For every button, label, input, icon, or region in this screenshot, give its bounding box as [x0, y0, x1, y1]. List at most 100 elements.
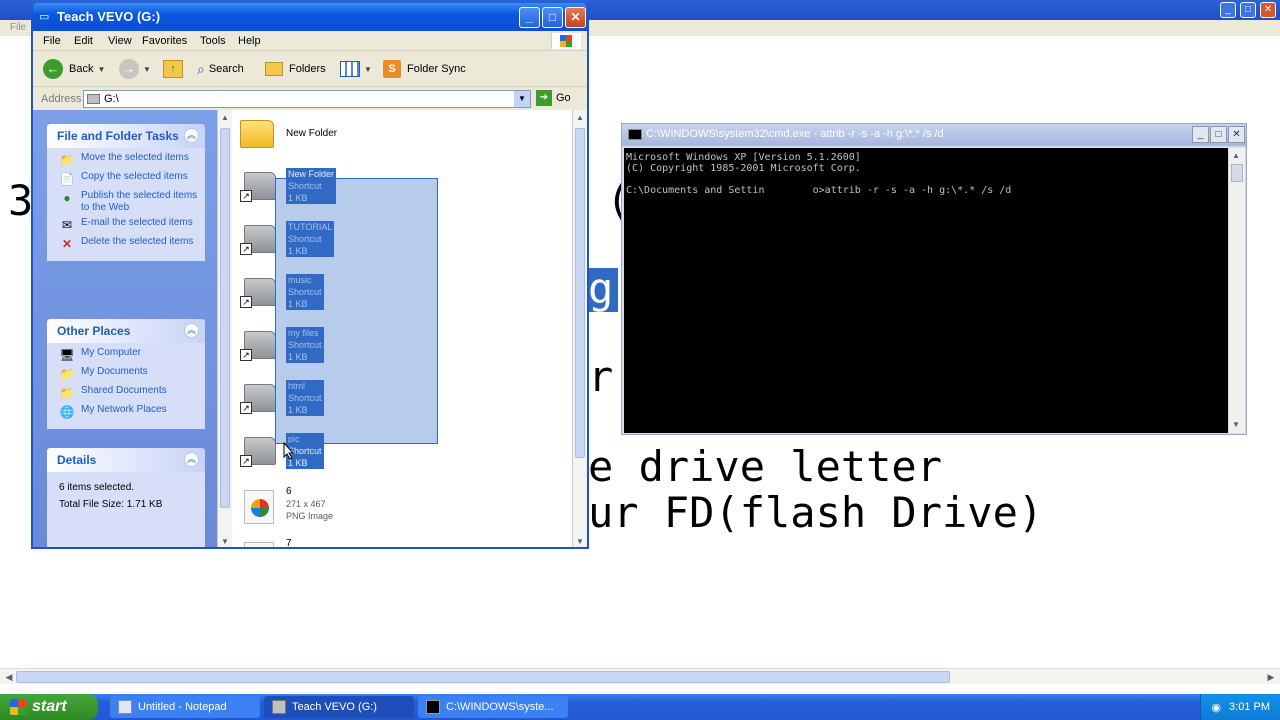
task-pane-scrollbar[interactable]: ▲ ▼: [217, 110, 232, 547]
cmd-icon: [426, 700, 440, 714]
scroll-down-arrow-icon[interactable]: ▼: [219, 536, 231, 547]
panel-header[interactable]: Details ︽: [47, 448, 205, 472]
back-button[interactable]: ← Back ▼: [43, 58, 105, 80]
search-button[interactable]: ⌕ Search: [197, 58, 244, 80]
start-label: start: [32, 698, 67, 715]
scroll-up-arrow-icon[interactable]: ▲: [574, 112, 586, 124]
scroll-up-arrow-icon[interactable]: ▲: [219, 112, 231, 124]
file-type: PNG Image: [286, 511, 334, 521]
address-input[interactable]: G:\ ▼: [83, 90, 531, 108]
forward-button[interactable]: → ▼: [119, 58, 151, 80]
task-label: Copy the selected items: [81, 171, 188, 182]
minimize-button[interactable]: _: [519, 7, 540, 28]
place-shared-documents[interactable]: 📁 Shared Documents: [59, 385, 199, 401]
taskbar-item-label: Untitled - Notepad: [138, 701, 227, 713]
menu-edit[interactable]: Edit: [74, 35, 93, 47]
task-move[interactable]: 📁 Move the selected items: [59, 152, 199, 168]
cmd-scrollbar[interactable]: ▲ ▼: [1229, 148, 1245, 433]
panel-title: File and Folder Tasks: [57, 129, 179, 143]
notepad-horizontal-scrollbar[interactable]: ◀ ▶: [0, 668, 1280, 684]
file-dimensions: 271 x 467: [286, 499, 326, 509]
chevron-down-icon[interactable]: ▼: [97, 65, 105, 74]
file-name: New Folder: [286, 128, 338, 139]
cmd-maximize-button[interactable]: □: [1210, 126, 1227, 143]
place-my-computer[interactable]: 🖥 My Computer: [59, 347, 199, 363]
clock[interactable]: 3:01 PM: [1229, 701, 1270, 713]
selection-rectangle: [275, 178, 438, 444]
folder-icon: [240, 118, 276, 152]
menu-favorites[interactable]: Favorites: [142, 35, 187, 47]
notepad-selection-highlight: g: [588, 264, 618, 313]
taskbar-item-cmd[interactable]: C:\WINDOWS\syste...: [418, 696, 568, 718]
chevron-down-icon[interactable]: ▼: [364, 65, 372, 74]
file-item[interactable]: 6 271 x 467 PNG Image: [240, 482, 560, 530]
cmd-titlebar[interactable]: C:\WINDOWS\system32\cmd.exe - attrib -r …: [622, 124, 1246, 146]
maximize-button[interactable]: □: [542, 7, 563, 28]
file-list-scrollbar[interactable]: ▲ ▼: [572, 110, 587, 547]
folders-button[interactable]: Folders: [265, 58, 326, 80]
views-button[interactable]: ▼: [340, 58, 372, 80]
folder-shortcut-icon: ↗: [240, 435, 276, 469]
copy-icon: 📄: [59, 172, 75, 186]
taskbar-item-explorer[interactable]: Teach VEVO (G:): [264, 696, 414, 718]
windows-flag-icon: [10, 699, 26, 715]
scroll-down-arrow-icon[interactable]: ▼: [574, 536, 586, 547]
collapse-icon[interactable]: ︽: [184, 128, 199, 143]
globe-icon: ●: [63, 191, 71, 205]
scroll-down-arrow-icon[interactable]: ▼: [1230, 419, 1242, 431]
task-publish[interactable]: ● Publish the selected items to the Web: [59, 190, 199, 214]
usb-device-icon[interactable]: ◉: [1211, 701, 1221, 714]
notepad-maximize-button[interactable]: □: [1240, 2, 1256, 18]
start-button[interactable]: start: [0, 694, 98, 720]
go-button[interactable]: ➔ Go: [536, 90, 571, 106]
menu-file[interactable]: File: [43, 35, 61, 47]
place-network[interactable]: 🌐 My Network Places: [59, 404, 199, 420]
place-label: My Computer: [81, 347, 142, 358]
details-size: Total File Size: 1.71 KB: [59, 499, 163, 510]
task-copy[interactable]: 📄 Copy the selected items: [59, 171, 199, 187]
console-line: Microsoft Windows XP [Version 5.1.2600]: [626, 152, 861, 163]
collapse-icon[interactable]: ︽: [184, 323, 199, 338]
window-title: Teach VEVO (G:): [57, 9, 161, 24]
panel-header[interactable]: Other Places ︽: [47, 319, 205, 343]
cmd-console[interactable]: Microsoft Windows XP [Version 5.1.2600](…: [624, 148, 1228, 433]
folder-sync-button[interactable]: S Folder Sync: [383, 58, 466, 80]
scroll-left-arrow-icon[interactable]: ◀: [2, 671, 16, 683]
panel-title: Details: [57, 453, 97, 467]
notepad-menu-file[interactable]: File: [10, 22, 26, 33]
panel-header[interactable]: File and Folder Tasks ︽: [47, 124, 205, 148]
up-folder-button[interactable]: ↑: [163, 58, 183, 80]
console-line: C:\Documents and Settin o>attrib -r -s -…: [626, 185, 1012, 196]
task-email[interactable]: ✉ E-mail the selected items: [59, 217, 199, 233]
up-folder-icon: ↑: [163, 60, 183, 78]
png-image-icon: [240, 488, 276, 524]
scroll-up-arrow-icon[interactable]: ▲: [1230, 150, 1242, 162]
cmd-minimize-button[interactable]: _: [1192, 126, 1209, 143]
notepad-minimize-button[interactable]: _: [1220, 2, 1236, 18]
explorer-titlebar[interactable]: ▭ Teach VEVO (G:) _ □ ✕: [33, 3, 587, 31]
chevron-down-icon[interactable]: ▼: [514, 91, 530, 107]
file-item[interactable]: New Folder: [240, 112, 560, 160]
task-delete[interactable]: ✕ Delete the selected items: [59, 236, 199, 252]
place-my-documents[interactable]: 📁 My Documents: [59, 366, 199, 382]
chevron-down-icon[interactable]: ▼: [143, 65, 151, 74]
menu-tools[interactable]: Tools: [200, 35, 226, 47]
folder-shortcut-icon: ↗: [240, 329, 276, 363]
file-item[interactable]: 7: [240, 534, 560, 547]
notepad-close-button[interactable]: ✕: [1260, 2, 1276, 18]
menu-help[interactable]: Help: [238, 35, 261, 47]
collapse-icon[interactable]: ︽: [184, 452, 199, 467]
file-name: 6: [286, 486, 292, 497]
scroll-thumb[interactable]: [1231, 164, 1243, 182]
close-button[interactable]: ✕: [565, 7, 586, 28]
task-label: Move the selected items: [81, 152, 189, 163]
scroll-thumb[interactable]: [220, 128, 230, 508]
menu-view[interactable]: View: [108, 35, 132, 47]
scroll-thumb[interactable]: [16, 671, 950, 683]
scroll-thumb[interactable]: [575, 128, 585, 458]
cmd-icon: [628, 129, 642, 140]
scroll-right-arrow-icon[interactable]: ▶: [1264, 671, 1278, 683]
folders-label: Folders: [289, 63, 326, 75]
cmd-close-button[interactable]: ✕: [1228, 126, 1245, 143]
taskbar-item-notepad[interactable]: Untitled - Notepad: [110, 696, 260, 718]
